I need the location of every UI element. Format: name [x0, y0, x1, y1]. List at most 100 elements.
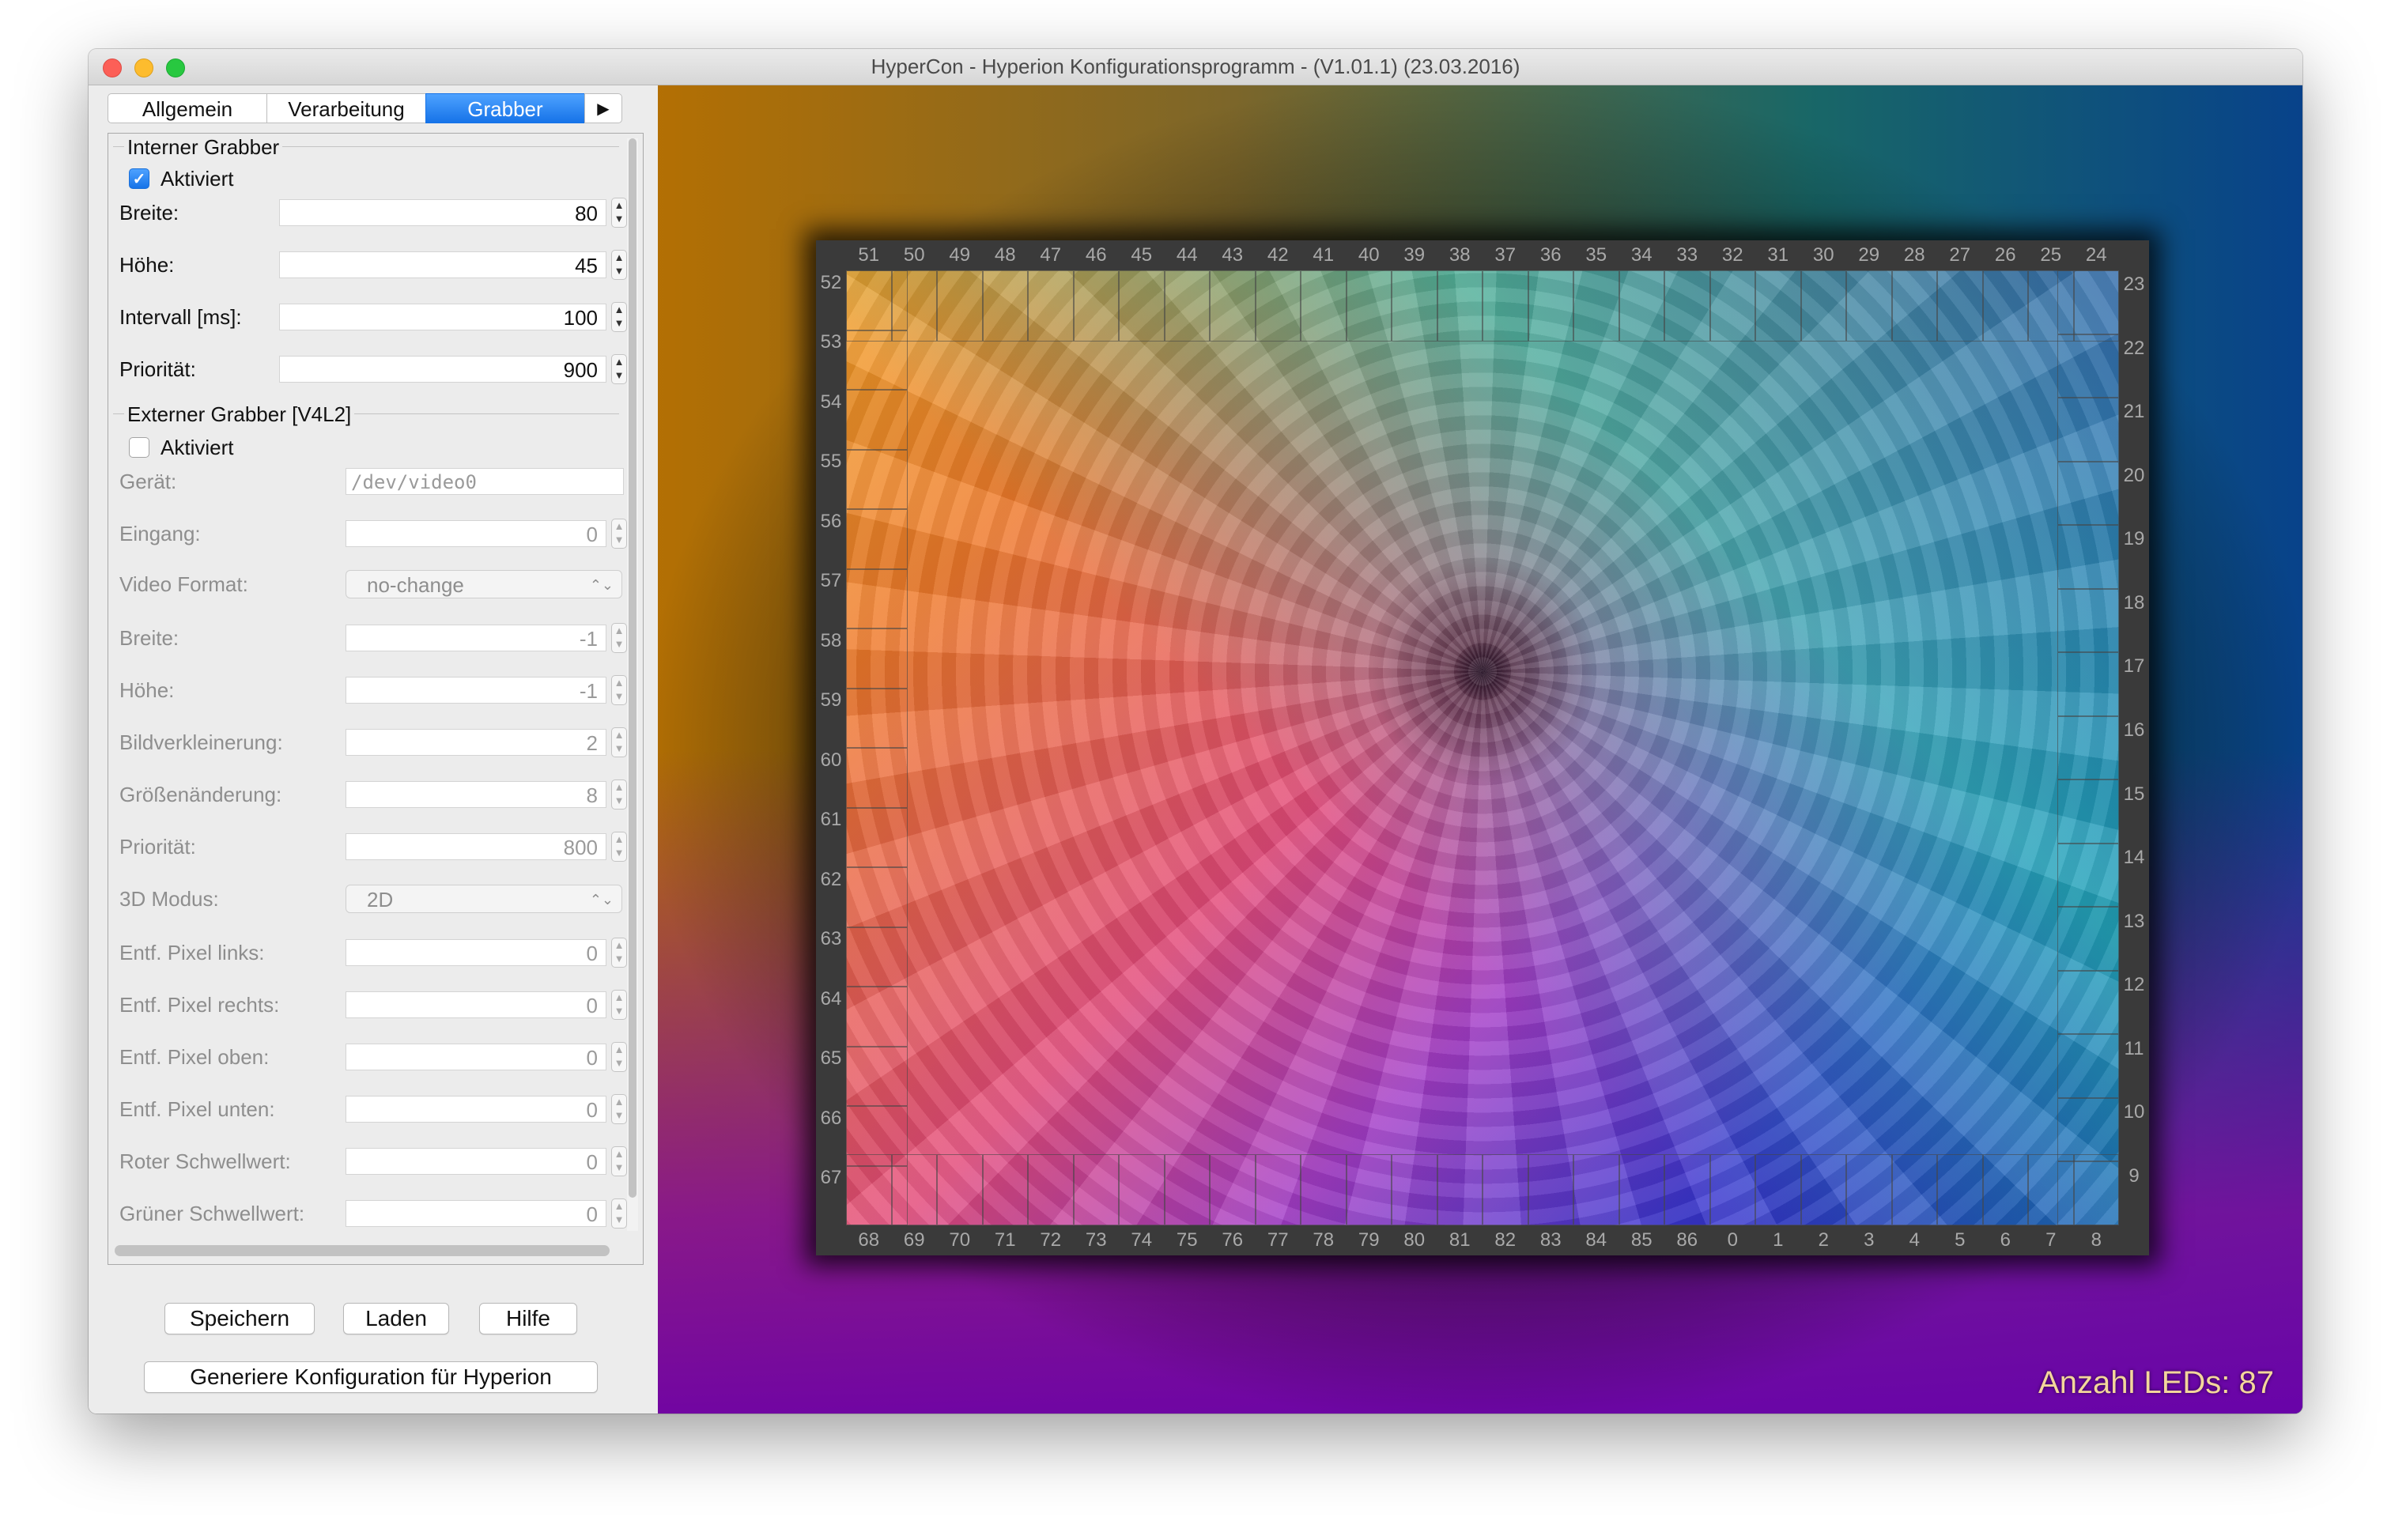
led-region-cell: [2057, 907, 2119, 971]
external-crop-bottom-stepper[interactable]: ▲ ▼: [611, 1094, 627, 1124]
external-downscale-stepper[interactable]: ▲ ▼: [611, 727, 627, 757]
external-green-threshold-label: Grüner Schwellwert:: [119, 1202, 305, 1225]
led-index-label: 54: [820, 391, 842, 413]
external-crop-top-stepper[interactable]: ▲ ▼: [611, 1042, 627, 1072]
external-resize-stepper[interactable]: ▲ ▼: [611, 779, 627, 810]
led-region-cell: [982, 1154, 1028, 1225]
external-priority-label: Priorität:: [119, 835, 196, 859]
external-video-format-label: Video Format:: [119, 572, 248, 596]
external-width-input[interactable]: -1: [346, 625, 606, 651]
internal-interval-input[interactable]: 100: [279, 304, 606, 330]
external-crop-left-input[interactable]: 0: [346, 939, 606, 966]
led-region-cell: [1528, 1154, 1573, 1225]
internal-interval-stepper[interactable]: ▲ ▼: [611, 302, 627, 332]
internal-enabled-checkbox[interactable]: ✓ Aktiviert: [129, 167, 233, 191]
led-index-label: 61: [820, 809, 842, 831]
external-grabber-title: Externer Grabber [V4L2]: [124, 402, 355, 427]
internal-width-label: Breite:: [119, 201, 179, 225]
led-index-label: 79: [1358, 1229, 1380, 1251]
vertical-scrollbar[interactable]: [627, 138, 638, 1231]
external-width-stepper[interactable]: ▲ ▼: [611, 623, 627, 653]
tab-scroll-right-icon[interactable]: ▶: [584, 93, 622, 123]
led-count-label: Anzahl LEDs: 87: [2038, 1365, 2274, 1400]
external-input-input[interactable]: 0: [346, 520, 606, 547]
external-resize-input[interactable]: 8: [346, 781, 606, 808]
generate-config-button[interactable]: Generiere Konfiguration für Hyperion: [144, 1361, 598, 1393]
led-region-cell: [1573, 270, 1619, 342]
external-crop-right-stepper[interactable]: ▲ ▼: [611, 990, 627, 1020]
led-region-cell: [846, 987, 908, 1047]
led-index-label: 21: [2123, 401, 2145, 423]
internal-height-input[interactable]: 45: [279, 251, 606, 278]
tab-grabber[interactable]: Grabber: [425, 93, 584, 123]
led-index-label: 53: [820, 331, 842, 353]
external-downscale-input[interactable]: 2: [346, 729, 606, 756]
external-height-stepper[interactable]: ▲ ▼: [611, 675, 627, 705]
led-region-cell: [1073, 270, 1119, 342]
tv-frame: 51 50 49 48 47 46 45 44 43 42 41 40 39 38 37 36 35 34 33 32…: [816, 240, 2149, 1255]
led-region-cell: [1437, 270, 1483, 342]
internal-width-stepper[interactable]: ▲ ▼: [611, 198, 627, 228]
internal-priority-stepper[interactable]: ▲ ▼: [611, 354, 627, 384]
external-priority-stepper[interactable]: ▲ ▼: [611, 832, 627, 862]
external-priority-input[interactable]: 800: [346, 833, 606, 860]
led-index-label: 8: [2091, 1229, 2102, 1251]
external-width-row: Breite: -1 ▲ ▼: [119, 622, 627, 654]
external-red-threshold-label: Roter Schwellwert:: [119, 1149, 291, 1173]
led-index-label: 70: [949, 1229, 971, 1251]
led-index-label: 35: [1585, 244, 1607, 266]
external-enabled-checkbox[interactable]: Aktiviert: [129, 436, 233, 459]
vertical-scrollbar-thumb[interactable]: [629, 138, 636, 1198]
tab-allgemein[interactable]: Allgemein: [108, 93, 266, 123]
led-index-label: 40: [1358, 244, 1380, 266]
led-region-cell: [2057, 334, 2119, 398]
help-button[interactable]: Hilfe: [479, 1303, 577, 1334]
external-crop-right-input[interactable]: 0: [346, 991, 606, 1018]
external-crop-left-stepper[interactable]: ▲ ▼: [611, 938, 627, 968]
external-input-stepper[interactable]: ▲ ▼: [611, 519, 627, 549]
led-index-label: 11: [2124, 1037, 2144, 1059]
led-index-label: 82: [1494, 1229, 1517, 1251]
internal-priority-input[interactable]: 900: [279, 356, 606, 383]
external-green-threshold-stepper[interactable]: ▲ ▼: [611, 1198, 627, 1229]
external-green-threshold-input[interactable]: 0: [346, 1200, 606, 1227]
external-red-threshold-stepper[interactable]: ▲ ▼: [611, 1146, 627, 1176]
led-index-label: 10: [2123, 1101, 2145, 1123]
save-button[interactable]: Speichern: [164, 1303, 315, 1334]
internal-interval-row: Intervall [ms]: 100 ▲ ▼: [119, 301, 627, 333]
led-layout-preview: 51 50 49 48 47 46 45 44 43 42 41 40 39 38 37 36 35 34 33 32…: [658, 85, 2302, 1414]
led-region-cell: [2057, 1034, 2119, 1098]
external-height-label: Höhe:: [119, 678, 175, 702]
led-index-label: 67: [820, 1167, 842, 1189]
led-region-cell: [1619, 270, 1664, 342]
led-index-label: 17: [2123, 655, 2145, 678]
external-green-threshold-row: Grüner Schwellwert: 0 ▲ ▼: [119, 1198, 627, 1229]
horizontal-scrollbar-thumb[interactable]: [115, 1245, 610, 1256]
led-index-label: 19: [2123, 528, 2145, 550]
led-region-cell: [937, 1154, 983, 1225]
internal-width-input[interactable]: 80: [279, 199, 606, 226]
external-priority-row: Priorität: 800 ▲ ▼: [119, 831, 627, 862]
external-video-format-select[interactable]: no-change ⌃⌄: [346, 570, 622, 598]
led-index-label: 49: [949, 244, 971, 266]
external-red-threshold-input[interactable]: 0: [346, 1148, 606, 1175]
external-3d-mode-label: 3D Modus:: [119, 887, 219, 911]
tab-verarbeitung[interactable]: Verarbeitung: [266, 93, 425, 123]
led-index-label: 24: [2085, 244, 2107, 266]
load-button[interactable]: Laden: [343, 1303, 449, 1334]
external-crop-bottom-input[interactable]: 0: [346, 1096, 606, 1123]
title-bar[interactable]: HyperCon - Hyperion Konfigurationsprogra…: [89, 49, 2302, 85]
led-index-label: 29: [1858, 244, 1880, 266]
led-index-label: 80: [1403, 1229, 1426, 1251]
led-region-cell: [846, 270, 908, 330]
external-crop-top-input[interactable]: 0: [346, 1044, 606, 1070]
external-device-input[interactable]: /dev/video0: [346, 468, 624, 495]
led-index-label: 3: [1864, 1229, 1875, 1251]
led-index-label: 59: [820, 689, 842, 711]
led-index-label: 68: [858, 1229, 880, 1251]
external-downscale-label: Bildverkleinerung:: [119, 730, 283, 754]
internal-height-stepper[interactable]: ▲ ▼: [611, 250, 627, 280]
external-3d-mode-select[interactable]: 2D ⌃⌄: [346, 885, 622, 913]
external-resize-label: Größenänderung:: [119, 783, 282, 806]
external-height-input[interactable]: -1: [346, 677, 606, 704]
